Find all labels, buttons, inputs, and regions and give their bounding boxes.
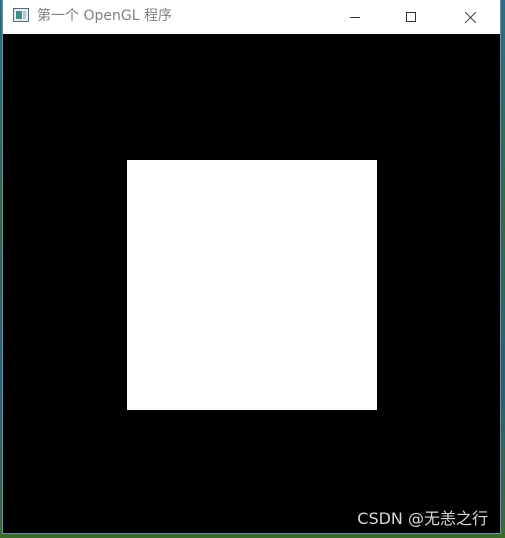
opengl-window: 第一个 OpenGL 程序 CSDN @无恙之行 — [2, 0, 501, 534]
close-button[interactable] — [448, 0, 494, 34]
watermark-text: CSDN @无恙之行 — [357, 509, 488, 528]
maximize-icon — [406, 12, 416, 22]
minimize-button[interactable] — [332, 0, 378, 34]
opengl-app-icon[interactable] — [13, 8, 29, 22]
close-icon — [465, 11, 477, 23]
minimize-icon — [350, 16, 360, 18]
window-title: 第一个 OpenGL 程序 — [37, 8, 172, 24]
opengl-render-area[interactable]: CSDN @无恙之行 — [3, 34, 500, 533]
maximize-button[interactable] — [388, 0, 434, 34]
title-bar[interactable]: 第一个 OpenGL 程序 — [3, 0, 500, 34]
white-square — [127, 160, 377, 410]
